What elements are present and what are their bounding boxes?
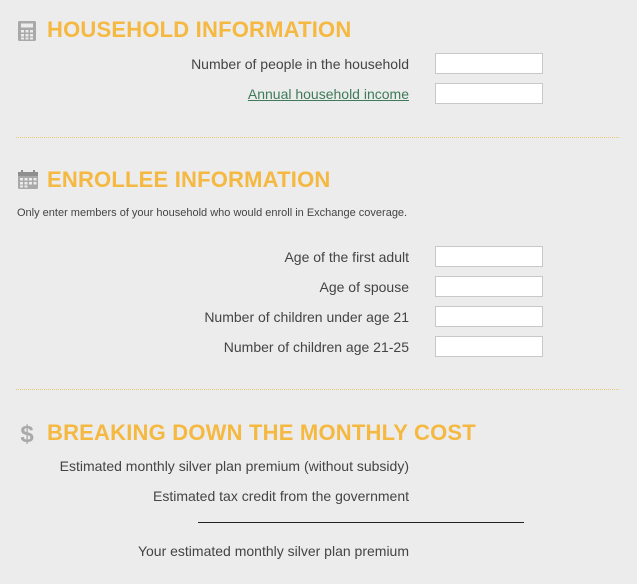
calendar-icon — [17, 170, 39, 195]
first-adult-age-input[interactable] — [435, 246, 543, 267]
enrollee-note: Only enter members of your household who… — [17, 207, 408, 219]
household-section-title: HOUSEHOLD INFORMATION — [47, 17, 352, 42]
first-adult-age-label: Age of the first adult — [284, 249, 409, 265]
section-divider — [16, 137, 619, 138]
dollar-icon: $ — [17, 420, 37, 451]
annual-income-input[interactable] — [435, 83, 543, 104]
children-under-21-label: Number of children under age 21 — [204, 309, 409, 325]
children-21-25-label: Number of children age 21-25 — [223, 339, 409, 355]
enrollee-section-title: ENROLLEE INFORMATION — [47, 167, 331, 192]
calculator-icon — [17, 20, 37, 47]
annual-income-label[interactable]: Annual household income — [248, 86, 409, 102]
household-size-input[interactable] — [435, 53, 543, 74]
household-size-label: Number of people in the household — [191, 56, 409, 72]
net-premium-label: Your estimated monthly silver plan premi… — [137, 543, 409, 559]
tax-credit-label: Estimated tax credit from the government — [153, 488, 409, 504]
spouse-age-label: Age of spouse — [319, 279, 409, 295]
children-21-25-input[interactable] — [435, 336, 543, 357]
annual-income-link[interactable]: Annual household income — [248, 86, 409, 102]
section-divider — [16, 389, 619, 390]
total-divider-line — [198, 522, 524, 523]
svg-text:$: $ — [20, 421, 34, 446]
cost-section-title: BREAKING DOWN THE MONTHLY COST — [47, 420, 476, 445]
children-under-21-input[interactable] — [435, 306, 543, 327]
spouse-age-input[interactable] — [435, 276, 543, 297]
premium-without-subsidy-label: Estimated monthly silver plan premium (w… — [59, 458, 409, 474]
